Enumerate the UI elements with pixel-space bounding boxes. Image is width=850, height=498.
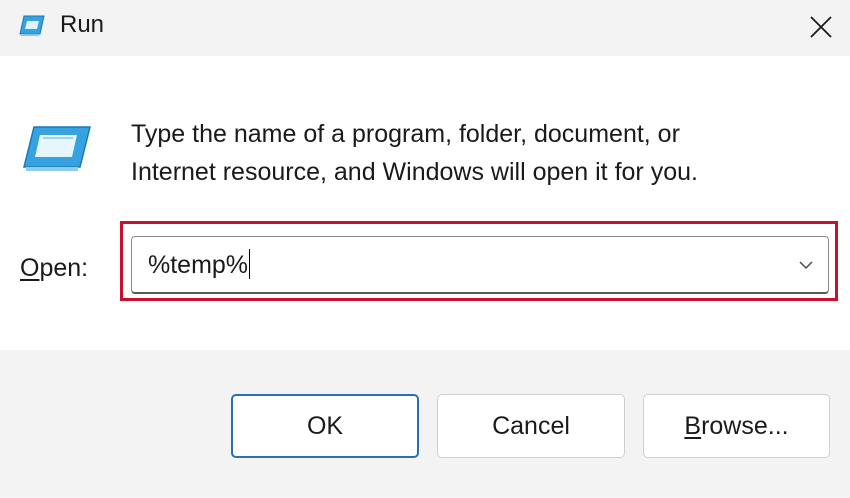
run-dialog: Run Type the name of a program, folder, … bbox=[0, 0, 850, 498]
dropdown-button[interactable] bbox=[796, 255, 816, 275]
description-text: Type the name of a program, folder, docu… bbox=[131, 115, 831, 191]
close-icon bbox=[810, 16, 832, 38]
description-line: Type the name of a program, folder, docu… bbox=[131, 120, 680, 148]
open-label: Open: bbox=[20, 252, 88, 284]
cancel-button[interactable]: Cancel bbox=[437, 394, 625, 458]
window-title: Run bbox=[60, 11, 105, 38]
open-input[interactable]: %temp% bbox=[148, 248, 251, 282]
text-caret bbox=[249, 249, 251, 279]
browse-button[interactable]: Browse... bbox=[643, 394, 830, 458]
run-program-icon bbox=[20, 124, 94, 172]
open-label-mnemonic: O bbox=[20, 254, 40, 282]
open-label-rest: pen: bbox=[39, 254, 89, 282]
chevron-down-icon bbox=[799, 261, 813, 270]
ok-button[interactable]: OK bbox=[231, 394, 419, 458]
open-input-value: %temp% bbox=[148, 251, 249, 279]
browse-mnemonic: B bbox=[684, 411, 702, 440]
run-dialog-icon bbox=[18, 14, 46, 38]
title-bar[interactable]: Run bbox=[0, 0, 850, 56]
open-combobox[interactable]: %temp% bbox=[131, 236, 829, 294]
description-line: Internet resource, and Windows will open… bbox=[131, 158, 698, 186]
browse-label-rest: rowse... bbox=[701, 411, 789, 440]
close-button[interactable] bbox=[796, 4, 846, 50]
